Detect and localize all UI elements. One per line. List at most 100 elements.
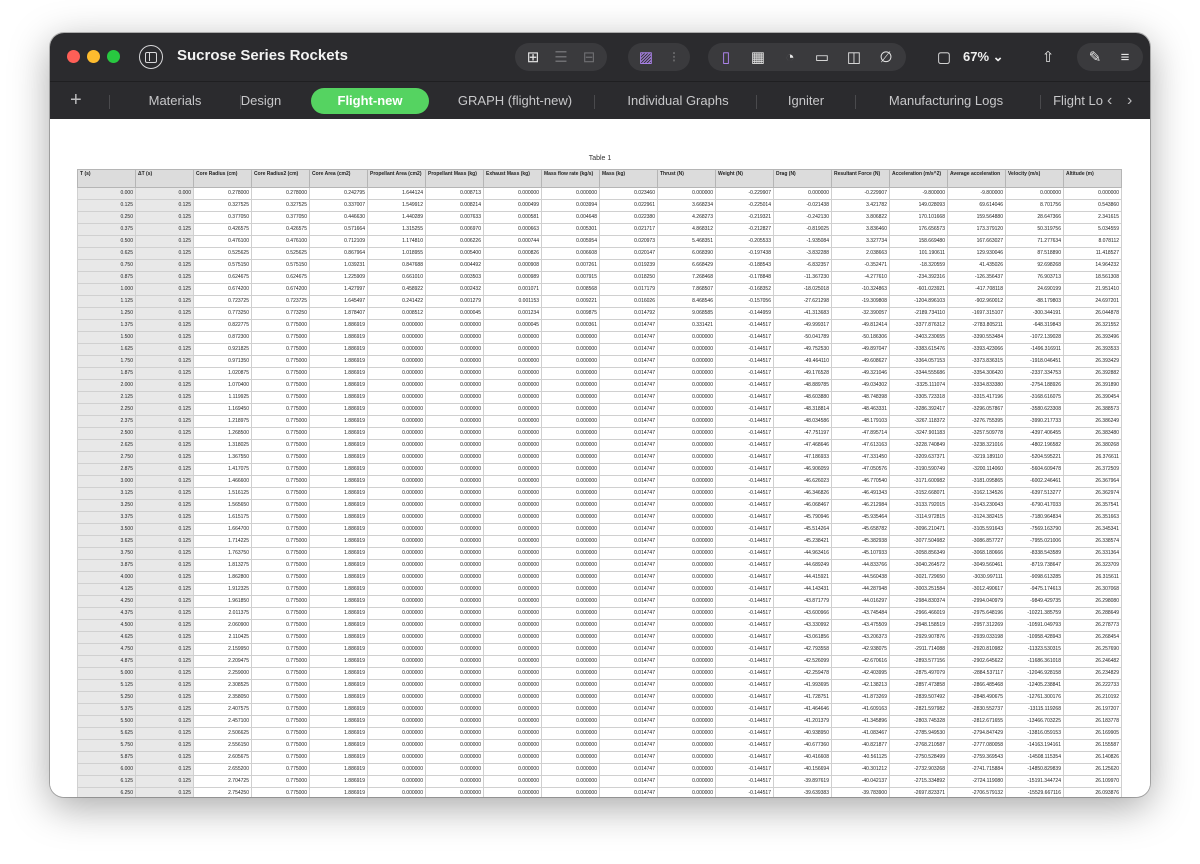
table-cell[interactable]: 1.886919 — [309, 451, 368, 464]
table-cell[interactable]: -45.382938 — [831, 535, 890, 548]
table-cell[interactable]: 0.007261 — [541, 259, 600, 272]
table-cell[interactable]: 0.867964 — [309, 247, 368, 260]
table-cell[interactable]: -7180.964834 — [1005, 511, 1064, 524]
table-cell[interactable]: -46.212984 — [831, 499, 890, 512]
table-cell[interactable]: 0.125 — [135, 751, 194, 764]
table-cell[interactable]: 0.014747 — [599, 751, 658, 764]
table-cell[interactable]: 1.886919 — [309, 499, 368, 512]
table-cell[interactable]: 3.836460 — [831, 223, 890, 236]
table-cell[interactable]: -0.144517 — [715, 403, 774, 416]
time-cell[interactable]: 0.625 — [77, 247, 136, 260]
table-cell[interactable]: -40.938950 — [773, 727, 832, 740]
table-cell[interactable]: -3162.134526 — [947, 487, 1006, 500]
table-cell[interactable]: 0.017179 — [599, 283, 658, 296]
table-cell[interactable]: 0.278000 — [251, 187, 310, 200]
table-cell[interactable]: -0.144517 — [715, 427, 774, 440]
table-cell[interactable]: -3276.755395 — [947, 415, 1006, 428]
table-cell[interactable]: -11.367230 — [773, 271, 832, 284]
table-cell[interactable]: -3133.792015 — [889, 499, 948, 512]
table-cell[interactable]: 0.000000 — [367, 499, 426, 512]
table-cell[interactable]: 0.775000 — [251, 547, 310, 560]
table-cell[interactable]: -40.416608 — [773, 751, 832, 764]
table-cell[interactable]: 1.174810 — [367, 235, 426, 248]
table-cell[interactable]: 1.225909 — [309, 271, 368, 284]
table-cell[interactable]: 0.000000 — [425, 451, 484, 464]
time-cell[interactable]: 0.500 — [77, 235, 136, 248]
table-cell[interactable]: 2.011375 — [193, 607, 252, 620]
table-cell[interactable]: -0.157056 — [715, 295, 774, 308]
table-cell[interactable]: 0.014747 — [599, 439, 658, 452]
table-cell[interactable]: 26.222733 — [1063, 679, 1122, 692]
table-cell[interactable]: 0.525625 — [251, 247, 310, 260]
table-cell[interactable]: 0.004492 — [425, 259, 484, 272]
table-cell[interactable]: -0.229907 — [715, 187, 774, 200]
table-cell[interactable]: -2984.830374 — [889, 595, 948, 608]
table-cell[interactable]: 0.000000 — [483, 715, 542, 728]
table-cell[interactable]: 0.476100 — [251, 235, 310, 248]
table-cell[interactable]: 0.000000 — [483, 379, 542, 392]
table-cell[interactable]: 0.020973 — [599, 235, 658, 248]
table-cell[interactable]: 0.000 — [135, 187, 194, 200]
table-cell[interactable]: 0.020147 — [599, 247, 658, 260]
time-cell[interactable]: 3.875 — [77, 559, 136, 572]
table-cell[interactable]: 0.000000 — [483, 187, 542, 200]
table-cell[interactable]: 0.000000 — [657, 775, 716, 788]
table-cell[interactable]: 4.268273 — [657, 211, 716, 224]
table-cell[interactable]: -11686.361018 — [1005, 655, 1064, 668]
table-cell[interactable]: 159.564880 — [947, 211, 1006, 224]
table-cell[interactable]: 1.886919 — [309, 703, 368, 716]
table-cell[interactable]: 0.000000 — [657, 343, 716, 356]
grid-dots-icon[interactable]: ⁝ — [660, 43, 688, 71]
column-header[interactable]: Core Area (cm2) — [309, 169, 368, 188]
table-cell[interactable]: 0.775000 — [251, 343, 310, 356]
table-cell[interactable]: -44.287948 — [831, 583, 890, 596]
table-cell[interactable]: 1.644124 — [367, 187, 426, 200]
table-cell[interactable]: 0.000000 — [425, 535, 484, 548]
table-cell[interactable]: -46.346826 — [773, 487, 832, 500]
table-cell[interactable]: 0.000000 — [367, 355, 426, 368]
table-cell[interactable]: -3286.392417 — [889, 403, 948, 416]
table-cell[interactable]: 149.028093 — [889, 199, 948, 212]
table-cell[interactable]: 0.241422 — [367, 295, 426, 308]
table-cell[interactable]: 0.000000 — [425, 571, 484, 584]
table-cell[interactable]: 28.647366 — [1005, 211, 1064, 224]
table-cell[interactable]: 26.331364 — [1063, 547, 1122, 560]
table-cell[interactable]: 0.125 — [135, 715, 194, 728]
table-cell[interactable]: 0.000000 — [657, 643, 716, 656]
table-cell[interactable]: 1.886919 — [309, 763, 368, 776]
table-cell[interactable]: -41.313683 — [773, 307, 832, 320]
time-cell[interactable]: 4.250 — [77, 595, 136, 608]
table-cell[interactable]: 0.000000 — [657, 583, 716, 596]
tab-manufacturing-logs[interactable]: Manufacturing Logs — [866, 88, 1026, 114]
table-cell[interactable]: -3096.210471 — [889, 523, 948, 536]
table-cell[interactable]: -42.670616 — [831, 655, 890, 668]
table-cell[interactable]: 26.125620 — [1063, 763, 1122, 776]
table-cell[interactable]: 0.000000 — [483, 439, 542, 452]
table-cell[interactable]: -234.392316 — [889, 271, 948, 284]
table-cell[interactable]: 0.000000 — [541, 595, 600, 608]
table-cell[interactable]: 0.000000 — [541, 367, 600, 380]
table-cell[interactable]: 1.912325 — [193, 583, 252, 596]
table-cell[interactable]: 3.668234 — [657, 199, 716, 212]
table-cell[interactable]: -3315.417196 — [947, 391, 1006, 404]
table-cell[interactable]: 0.000000 — [483, 343, 542, 356]
table-cell[interactable]: 0.000000 — [657, 787, 716, 797]
table-cell[interactable]: 0.000000 — [541, 511, 600, 524]
table-cell[interactable]: 0.000000 — [657, 403, 716, 416]
table-cell[interactable]: 0.000000 — [367, 559, 426, 572]
table-cell[interactable]: 0.009221 — [541, 295, 600, 308]
table-cell[interactable]: -0.144517 — [715, 535, 774, 548]
table-cell[interactable]: 0.000000 — [483, 523, 542, 536]
table-cell[interactable]: 0.000000 — [367, 667, 426, 680]
time-cell[interactable]: 1.000 — [77, 283, 136, 296]
table-cell[interactable]: 8.078112 — [1063, 235, 1122, 248]
table-cell[interactable]: 26.393533 — [1063, 343, 1122, 356]
table-cell[interactable]: -9849.429735 — [1005, 595, 1064, 608]
table-cell[interactable]: -3228.740849 — [889, 439, 948, 452]
table-cell[interactable]: 0.775000 — [251, 487, 310, 500]
table-cell[interactable]: -3105.591643 — [947, 523, 1006, 536]
table-cell[interactable]: 0.125 — [135, 691, 194, 704]
table-cell[interactable]: -8338.543589 — [1005, 547, 1064, 560]
table-cell[interactable]: 26.321552 — [1063, 319, 1122, 332]
table-cell[interactable]: 0.872300 — [193, 331, 252, 344]
